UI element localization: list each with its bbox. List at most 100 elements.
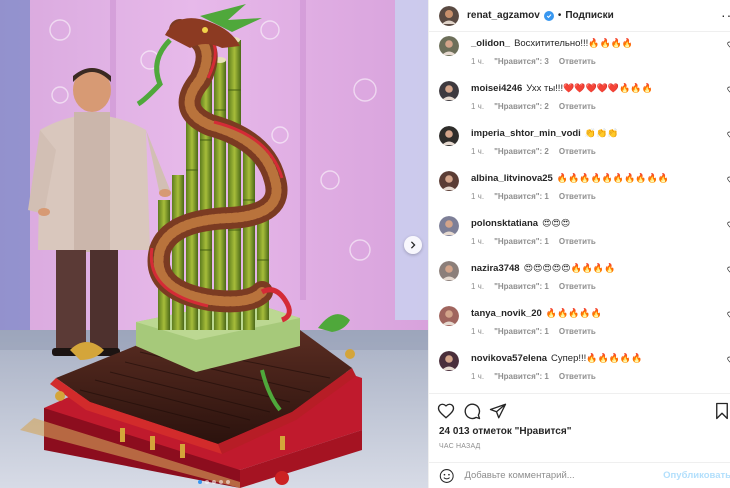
comment-item: nazira3748 😍😍😍😍😍🔥🔥🔥🔥 1 ч. "Нравится": 1 Отве… [439,258,730,302]
comment-item: albina_litvinova25 🔥🔥🔥🔥🔥🔥🔥🔥🔥🔥 1 ч. "Нравитс… [439,168,730,212]
comment-emoji: 🔥🔥🔥🔥 [588,39,634,49]
following-button[interactable]: Подписки [565,10,613,21]
comment-username[interactable]: albina_litvinova25 [471,173,553,184]
comment-line: novikova57elena Супер!!!🔥🔥🔥🔥🔥 [471,353,642,364]
smile-icon[interactable] [439,468,454,484]
comment-time[interactable]: 1 ч. [471,192,484,201]
comment-emoji: 😍😍😍 [542,219,571,229]
comment-meta: 1 ч. "Нравится": 3 Ответить [471,57,606,66]
comment-likes[interactable]: "Нравится": 1 [494,327,549,336]
comment-time[interactable]: 1 ч. [471,237,484,246]
comment-item: imperia_shtor_min_vodi 👏👏👏 1 ч. "Нравится":… [439,123,730,167]
reply-button[interactable]: Ответить [559,282,596,291]
comment-text: Восхитительно!!! [514,38,589,49]
comment-time[interactable]: 1 ч. [471,102,484,111]
comment-time[interactable]: 1 ч. [471,282,484,291]
comment-time[interactable]: 1 ч. [471,327,484,336]
commenter-avatar[interactable] [439,36,459,56]
comment-line: albina_litvinova25 🔥🔥🔥🔥🔥🔥🔥🔥🔥🔥 [471,173,669,184]
carousel-dot [205,480,209,484]
reply-button[interactable]: Ответить [559,57,596,66]
commenter-avatar[interactable] [439,81,459,101]
commenter-avatar[interactable] [439,351,459,371]
carousel-dot [226,480,230,484]
reply-button[interactable]: Ответить [559,237,596,246]
comment-text: Супер!!! [551,353,587,364]
comment-username[interactable]: _olidon_ [471,38,510,49]
comment-line: polonsktatiana 😍😍😍 [471,218,570,229]
comment-meta: 1 ч. "Нравится": 1 Ответить [471,327,606,336]
commenter-avatar[interactable] [439,261,459,281]
reply-button[interactable]: Ответить [559,192,596,201]
comment-line: nazira3748 😍😍😍😍😍🔥🔥🔥🔥 [471,263,615,274]
post-side-panel: renat_agzamov • Подписки ··· _olidon_ Вос… [428,0,730,488]
comment-meta: 1 ч. "Нравится": 1 Ответить [471,282,606,291]
comment-emoji: 🔥🔥🔥🔥🔥🔥🔥🔥🔥🔥 [556,174,669,184]
comment-composer: Опубликовать [429,462,730,488]
next-slide-button[interactable] [404,236,422,254]
action-bar [429,393,730,423]
post-header: renat_agzamov • Подписки ··· [429,0,730,32]
reply-button[interactable]: Ответить [559,147,596,156]
comment-username[interactable]: moisei4246 [471,83,522,94]
comment-likes[interactable]: "Нравится": 2 [494,147,549,156]
comment-username[interactable]: tanya_novik_20 [471,308,542,319]
send-icon[interactable] [489,402,507,420]
carousel-dot [219,480,223,484]
carousel-indicator [0,480,428,484]
comment-meta: 1 ч. "Нравится": 2 Ответить [471,102,606,111]
verified-badge-icon [543,10,554,21]
reply-button[interactable]: Ответить [559,372,596,381]
comment-item: tanya_novik_20 🔥🔥🔥🔥🔥 1 ч. "Нравится": 1 Отве… [439,303,730,347]
comment-username[interactable]: polonsktatiana [471,218,538,229]
comment-meta: 1 ч. "Нравится": 2 Ответить [471,147,606,156]
comment-likes[interactable]: "Нравится": 2 [494,102,549,111]
carousel-dot [198,480,202,484]
comment-likes[interactable]: "Нравится": 3 [494,57,549,66]
comment-time[interactable]: 1 ч. [471,372,484,381]
comment-icon[interactable] [463,402,481,420]
comment-meta: 1 ч. "Нравится": 1 Ответить [471,372,606,381]
comment-line: _olidon_ Восхитительно!!!🔥🔥🔥🔥 [471,38,633,49]
author-username[interactable]: renat_agzamov [467,10,540,21]
comment-emoji: 👏👏👏 [584,129,619,139]
comment-meta: 1 ч. "Нравится": 1 Ответить [471,237,606,246]
comment-time[interactable]: 1 ч. [471,57,484,66]
comment-item: polonsktatiana 😍😍😍 1 ч. "Нравится": 1 Ответи… [439,213,730,257]
comment-line: imperia_shtor_min_vodi 👏👏👏 [471,128,618,139]
author-avatar[interactable] [439,5,459,26]
header-separator: • [557,10,562,21]
comment-item: _olidon_ Восхитительно!!!🔥🔥🔥🔥 1 ч. "Нравитс… [439,33,730,77]
comment-likes[interactable]: "Нравится": 1 [494,237,549,246]
comment-time[interactable]: 1 ч. [471,147,484,156]
bookmark-icon[interactable] [713,402,730,420]
commenter-avatar[interactable] [439,306,459,326]
comment-emoji: 🔥🔥🔥🔥🔥 [545,309,602,319]
post-timestamp[interactable]: час назад [439,443,481,450]
chevron-right-icon [410,241,416,249]
reply-button[interactable]: Ответить [559,327,596,336]
comment-username[interactable]: nazira3748 [471,263,520,274]
publish-button[interactable]: Опубликовать [663,470,730,481]
comment-likes[interactable]: "Нравится": 1 [494,282,549,291]
comment-emoji: 🔥🔥🔥🔥🔥 [586,354,643,364]
instagram-post-view: renat_agzamov • Подписки ··· _olidon_ Вос… [0,0,730,488]
more-options-icon[interactable]: ··· [721,8,730,22]
heart-icon[interactable] [437,402,455,420]
comment-input[interactable] [464,470,664,481]
comment-likes[interactable]: "Нравится": 1 [494,192,549,201]
comment-username[interactable]: novikova57elena [471,353,547,364]
comment-meta: 1 ч. "Нравится": 1 Ответить [471,192,606,201]
commenter-avatar[interactable] [439,216,459,236]
commenter-avatar[interactable] [439,171,459,191]
comment-line: moisei4246 Ухх ты!!!❤️❤️❤️❤️❤️🔥🔥🔥 [471,83,653,94]
post-media[interactable] [0,0,428,488]
comment-likes[interactable]: "Нравится": 1 [494,372,549,381]
comment-username[interactable]: imperia_shtor_min_vodi [471,128,581,139]
commenter-avatar[interactable] [439,126,459,146]
comment-item: novikova57elena Супер!!!🔥🔥🔥🔥🔥 1 ч. "Нравитс… [439,348,730,392]
likes-count[interactable]: 24 013 отметок "Нравится" [439,426,571,437]
reply-button[interactable]: Ответить [559,102,596,111]
comment-line: tanya_novik_20 🔥🔥🔥🔥🔥 [471,308,602,319]
comments-list[interactable]: _olidon_ Восхитительно!!!🔥🔥🔥🔥 1 ч. "Нравитс… [429,33,730,393]
